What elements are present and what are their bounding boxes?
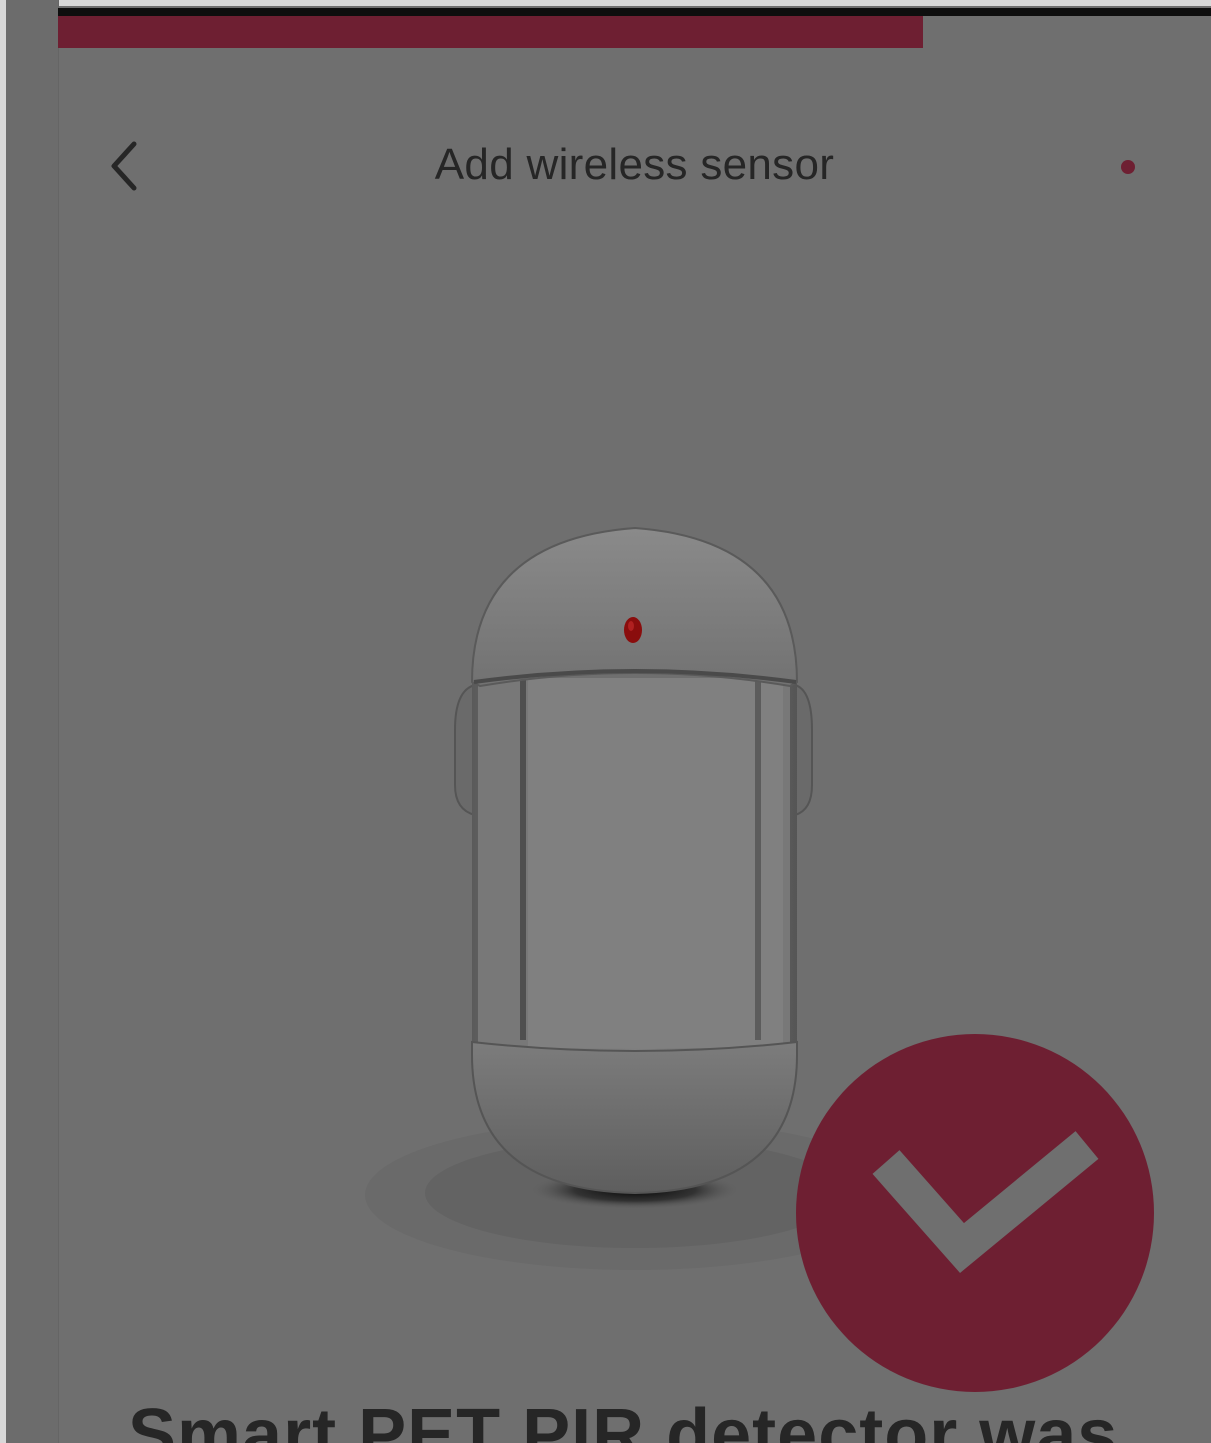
left-gutter — [6, 0, 59, 1443]
header: Add wireless sensor — [58, 110, 1211, 230]
status-bar-line — [58, 8, 1211, 16]
app-screen: Add wireless sensor Smart PET PIR detect… — [0, 0, 1211, 1443]
progress-bar — [58, 16, 923, 48]
pir-motion-sensor-image — [350, 510, 905, 1280]
status-dot — [1121, 160, 1135, 174]
checkmark-icon — [872, 1131, 1099, 1273]
page-title: Add wireless sensor — [434, 140, 835, 189]
top-edge — [0, 0, 1211, 6]
success-badge — [796, 1034, 1154, 1392]
product-name: Smart PET PIR detector was — [128, 1395, 1119, 1443]
